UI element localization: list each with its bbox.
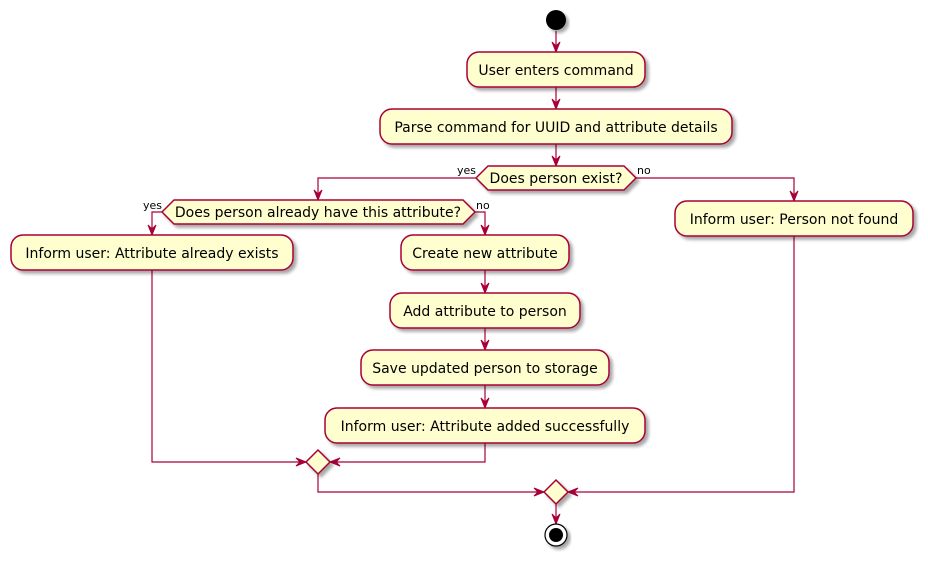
activity-diagram: User enters command Parse command for UU… bbox=[0, 0, 928, 561]
activity-inform-attribute-exists: Inform user: Attribute already exists bbox=[10, 234, 294, 271]
activity-parse-command: Parse command for UUID and attribute det… bbox=[379, 108, 733, 145]
edge-exists-to-merge bbox=[151, 270, 306, 463]
decision-person-exist: Does person exist? bbox=[474, 165, 638, 191]
activity-inform-person-not-found: Inform user: Person not found bbox=[674, 200, 914, 237]
merge-node-outer bbox=[542, 478, 570, 506]
start-node bbox=[546, 10, 566, 30]
diagram-canvas: User enters command Parse command for UU… bbox=[10, 10, 914, 547]
branch-label-yes: yes bbox=[457, 164, 476, 177]
edge-added-to-merge bbox=[330, 443, 486, 463]
activity-inform-attribute-added: Inform user: Attribute added successfull… bbox=[324, 407, 646, 444]
decision-has-attribute: Does person already have this attribute? bbox=[160, 199, 477, 225]
activity-label: Create new attribute bbox=[412, 246, 557, 262]
branch-label-yes: yes bbox=[143, 199, 162, 212]
edge-exist-yes bbox=[317, 177, 476, 200]
branch-label-no: no bbox=[637, 164, 651, 177]
edge-merge-to-outer bbox=[317, 474, 544, 493]
activity-create-new-attribute: Create new attribute bbox=[400, 234, 570, 271]
decision-label: Does person exist? bbox=[490, 171, 623, 187]
branch-label-no: no bbox=[476, 199, 490, 212]
activity-label: User enters command bbox=[478, 63, 633, 79]
end-node bbox=[544, 523, 568, 547]
activity-label: Inform user: Person not found bbox=[690, 212, 899, 228]
activity-user-enters-command: User enters command bbox=[466, 51, 646, 88]
activity-save-updated-person: Save updated person to storage bbox=[360, 349, 610, 386]
edge-exist-no bbox=[636, 177, 795, 201]
merge-node-inner bbox=[304, 448, 332, 476]
activity-label: Save updated person to storage bbox=[372, 361, 598, 377]
activity-label: Inform user: Attribute already exists bbox=[25, 246, 278, 262]
activity-add-attribute-to-person: Add attribute to person bbox=[389, 292, 581, 329]
activity-label: Add attribute to person bbox=[403, 304, 567, 320]
activity-label: Parse command for UUID and attribute det… bbox=[394, 120, 717, 136]
decision-label: Does person already have this attribute? bbox=[175, 205, 461, 221]
activity-label: Inform user: Attribute added successfull… bbox=[341, 419, 630, 435]
edges bbox=[151, 31, 795, 524]
